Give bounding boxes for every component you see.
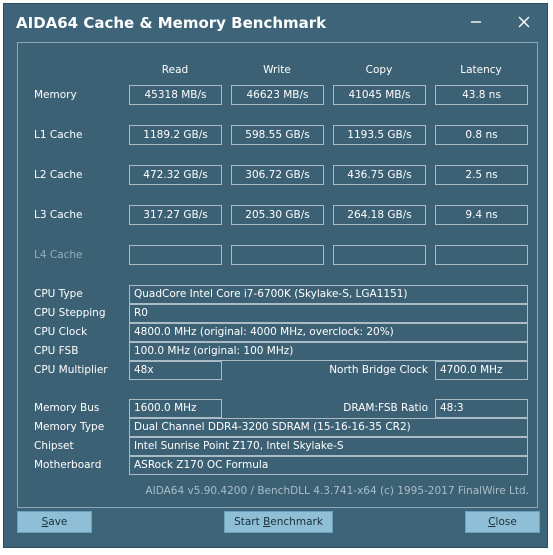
l1-latency-value: 0.8 ns [435, 125, 528, 145]
memory-bus-label: Memory Bus [34, 402, 100, 414]
row-label-memory: Memory [34, 89, 77, 101]
minimize-icon [471, 21, 481, 23]
save-button[interactable]: Save [17, 511, 92, 533]
l2-latency-value: 2.5 ns [435, 165, 528, 185]
cpu-clock-label: CPU Clock [34, 326, 88, 338]
l2-read-value: 472.32 GB/s [129, 165, 222, 185]
row-label-l3-cache: L3 Cache [34, 209, 83, 221]
column-header-copy: Copy [365, 64, 393, 76]
l1-read-value: 1189.2 GB/s [129, 125, 222, 145]
memory-latency-value: 43.8 ns [435, 85, 528, 105]
l3-copy-value: 264.18 GB/s [333, 205, 426, 225]
close-mnemonic: C [488, 516, 496, 528]
cpu-stepping-label: CPU Stepping [34, 307, 106, 319]
start-benchmark-label-start: Start [234, 516, 264, 528]
cpu-multiplier-value: 48x [129, 361, 222, 380]
window-title: AIDA64 Cache & Memory Benchmark [16, 14, 327, 32]
l4-read-value [129, 245, 222, 265]
row-label-l4-cache: L4 Cache [34, 249, 83, 261]
cpu-fsb-label: CPU FSB [34, 345, 79, 357]
row-label-l1-cache: L1 Cache [34, 129, 83, 141]
cpu-type-label: CPU Type [34, 288, 83, 300]
close-button[interactable]: Close [465, 511, 540, 533]
l1-write-value: 598.55 GB/s [231, 125, 324, 145]
start-benchmark-button[interactable]: Start Benchmark [224, 511, 333, 533]
north-bridge-label: North Bridge Clock [329, 364, 428, 376]
dram-fsb-label: DRAM:FSB Ratio [343, 402, 428, 414]
l3-write-value: 205.30 GB/s [231, 205, 324, 225]
cpu-clock-value: 4800.0 MHz (original: 4000 MHz, overcloc… [129, 323, 528, 342]
save-label: ave [48, 516, 68, 528]
motherboard-value: ASRock Z170 OC Formula [129, 456, 528, 475]
start-benchmark-label-rest: enchmark [270, 516, 323, 528]
column-header-latency: Latency [460, 64, 502, 76]
memory-copy-value: 41045 MB/s [333, 85, 426, 105]
column-header-read: Read [161, 64, 189, 76]
memory-bus-value: 1600.0 MHz [129, 399, 222, 418]
cpu-type-value: QuadCore Intel Core i7-6700K (Skylake-S,… [129, 285, 528, 304]
cpu-stepping-value: R0 [129, 304, 528, 323]
close-label: lose [495, 516, 517, 528]
dram-fsb-value: 48:3 [435, 399, 528, 418]
l4-copy-value [333, 245, 426, 265]
l3-latency-value: 9.4 ns [435, 205, 528, 225]
memory-type-value: Dual Channel DDR4-3200 SDRAM (15-16-16-3… [129, 418, 528, 437]
results-panel: Read Write Copy Latency Memory 45318 MB/… [17, 42, 538, 508]
benchmark-window: AIDA64 Cache & Memory Benchmark Read Wri… [3, 3, 548, 548]
cpu-fsb-value: 100.0 MHz (original: 100 MHz) [129, 342, 528, 361]
memory-read-value: 45318 MB/s [129, 85, 222, 105]
minimize-button[interactable] [461, 9, 491, 35]
memory-type-label: Memory Type [34, 421, 105, 433]
title-bar: AIDA64 Cache & Memory Benchmark [4, 4, 547, 42]
l2-copy-value: 436.75 GB/s [333, 165, 426, 185]
l1-copy-value: 1193.5 GB/s [333, 125, 426, 145]
version-copyright: AIDA64 v5.90.4200 / BenchDLL 4.3.741-x64… [145, 485, 529, 497]
l4-latency-value [435, 245, 528, 265]
close-icon [518, 16, 530, 28]
north-bridge-value: 4700.0 MHz [435, 361, 528, 380]
column-header-write: Write [263, 64, 291, 76]
l2-write-value: 306.72 GB/s [231, 165, 324, 185]
l3-read-value: 317.27 GB/s [129, 205, 222, 225]
chipset-value: Intel Sunrise Point Z170, Intel Skylake-… [129, 437, 528, 456]
l4-write-value [231, 245, 324, 265]
row-label-l2-cache: L2 Cache [34, 169, 83, 181]
memory-write-value: 46623 MB/s [231, 85, 324, 105]
chipset-label: Chipset [34, 440, 74, 452]
motherboard-label: Motherboard [34, 459, 102, 471]
cpu-multiplier-label: CPU Multiplier [34, 364, 108, 376]
close-window-button[interactable] [509, 9, 539, 35]
